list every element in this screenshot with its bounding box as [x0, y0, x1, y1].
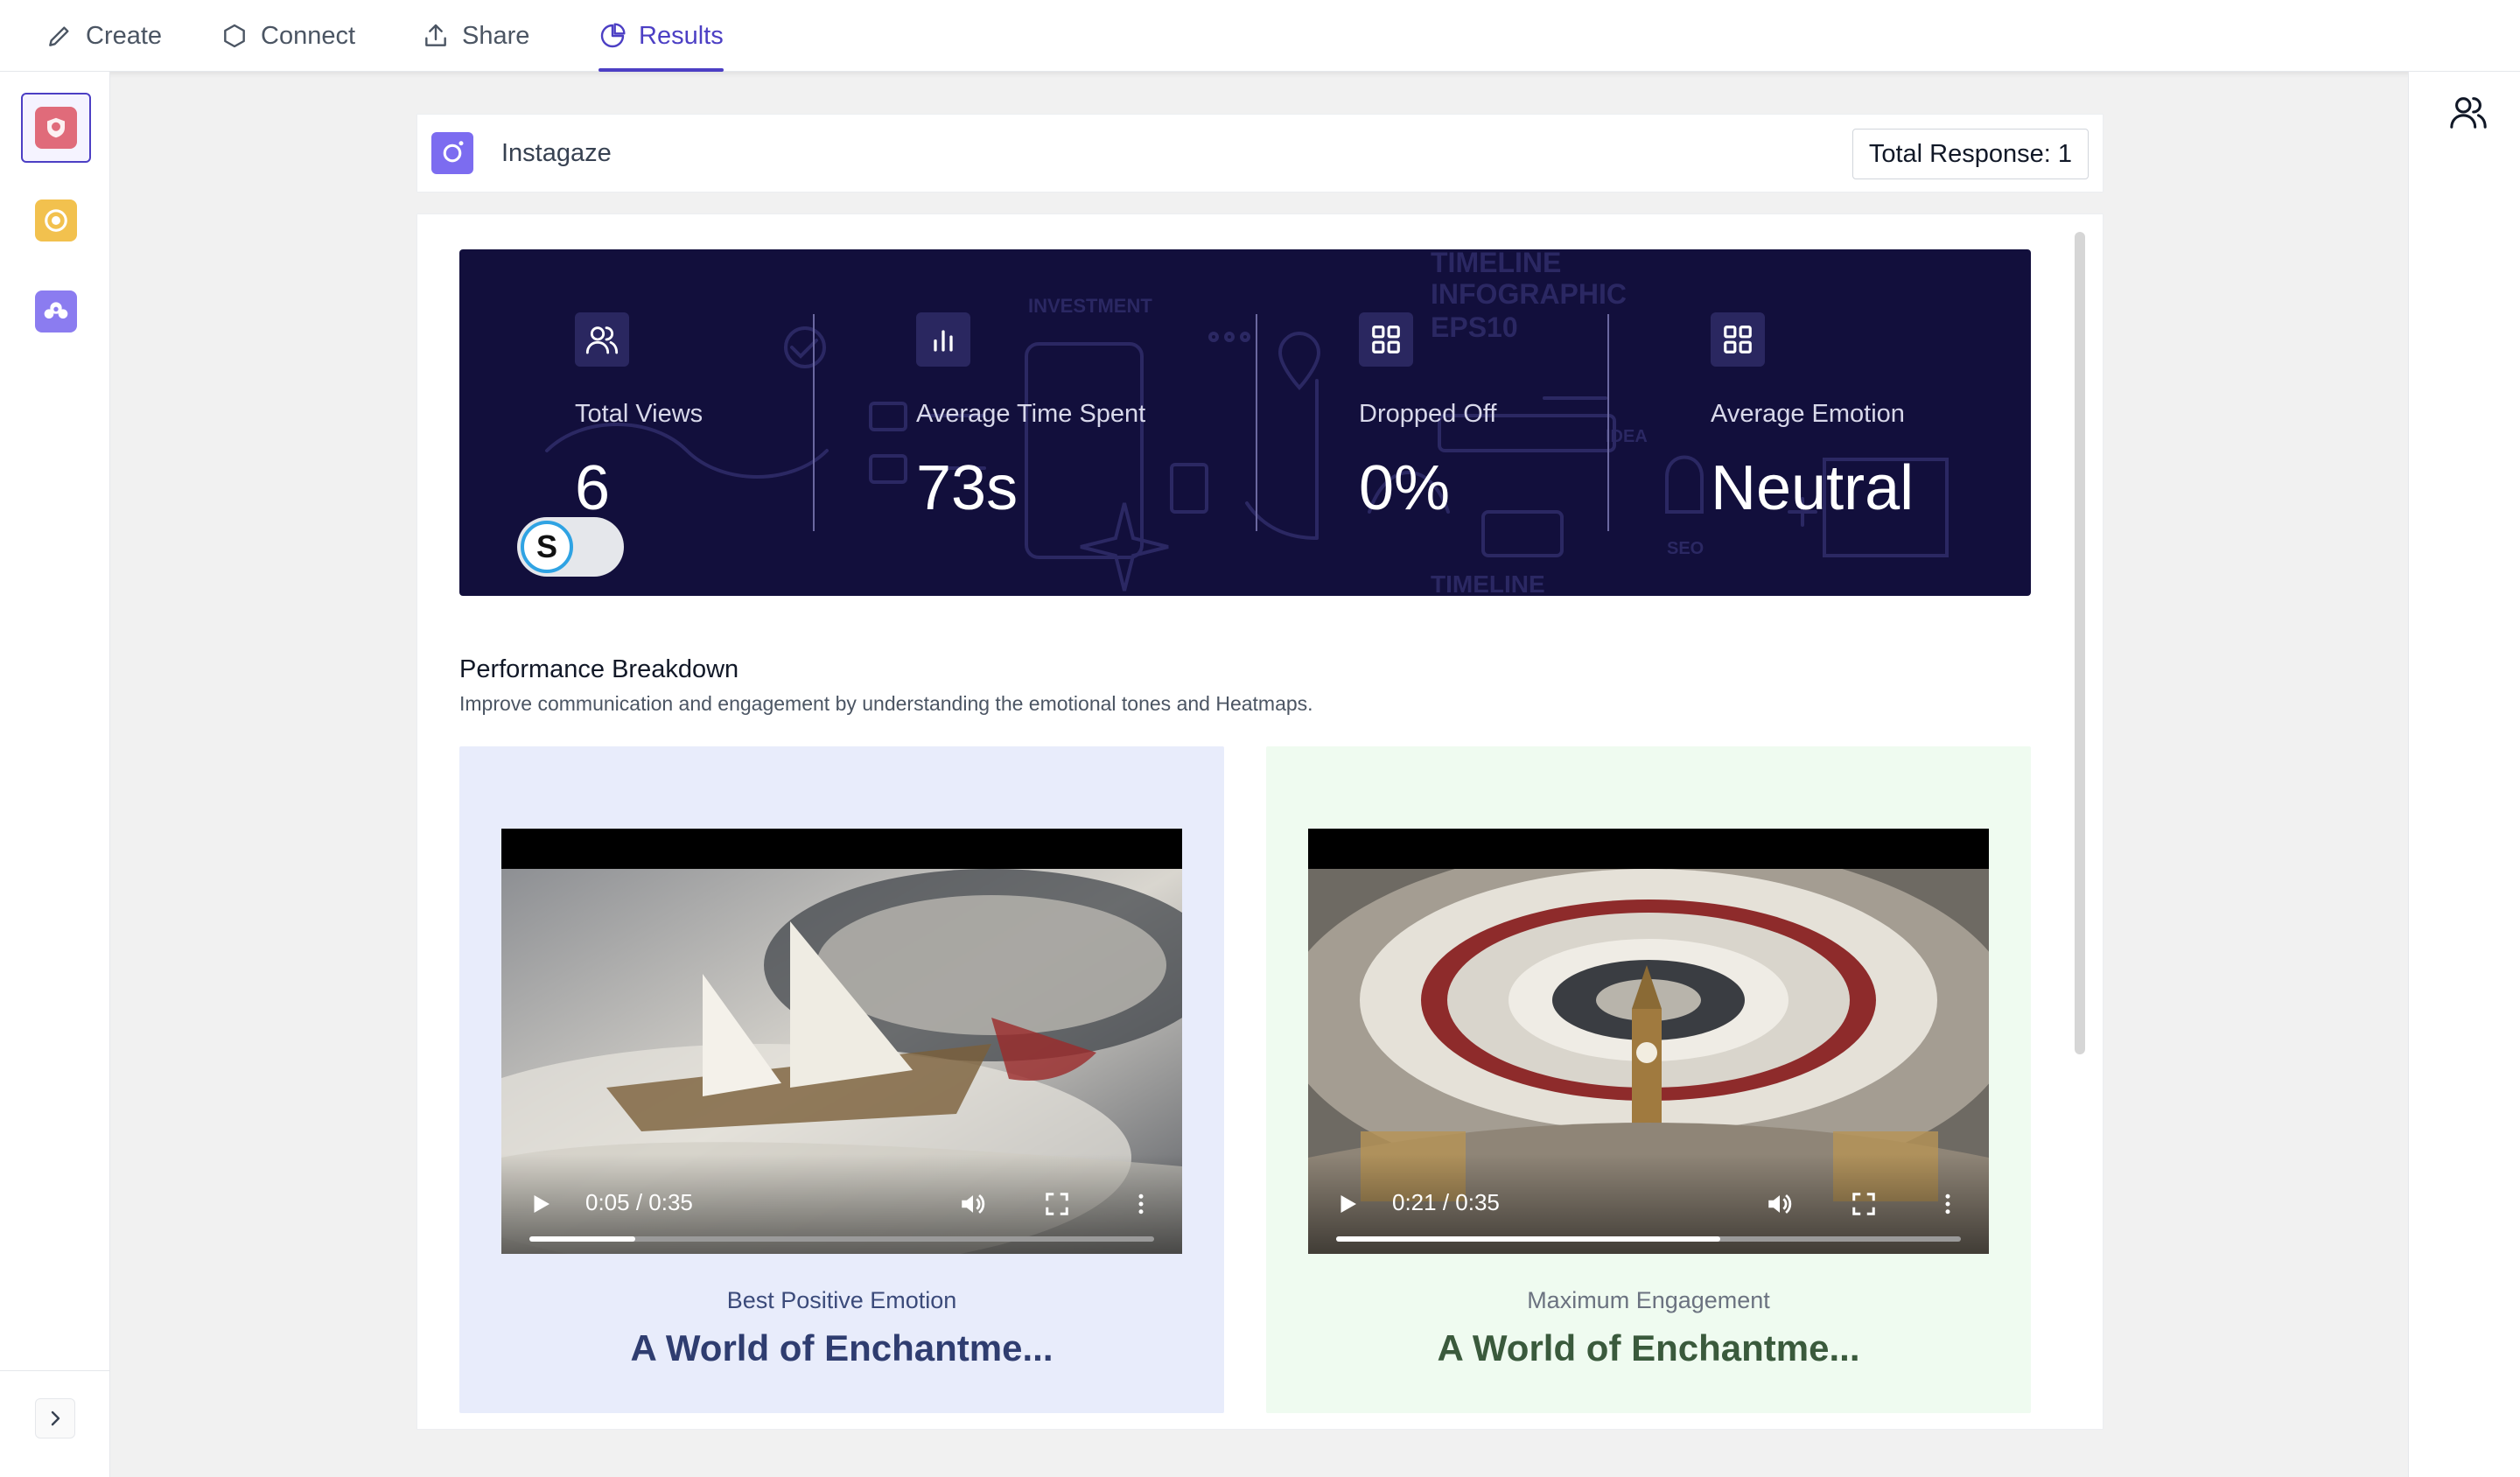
expand-sidebar-button[interactable]	[35, 1398, 75, 1438]
card-label: Maximum Engagement	[1527, 1287, 1770, 1313]
stat-label: Average Time Spent	[916, 400, 1146, 428]
users-icon	[575, 312, 629, 367]
survey-header: Instagaze Total Response: 1	[416, 114, 2104, 192]
stat-dropped-off: Dropped Off 0%	[1359, 312, 1496, 523]
sidebar-item-instagaze[interactable]	[21, 93, 91, 163]
toggle-knob: S	[521, 521, 573, 573]
stat-divider	[1607, 314, 1609, 531]
watermark-infographic: INFOGRAPHIC	[1431, 278, 1627, 310]
more-options-icon[interactable]	[1128, 1189, 1154, 1219]
video-card-best-positive-emotion: 0:05 / 0:35 Best Positive Emotion A Worl…	[459, 746, 1224, 1413]
top-navigation: Create Connect Share Results	[0, 0, 2520, 72]
stat-label: Total Views	[575, 400, 704, 428]
video-controls: 0:05 / 0:35	[501, 1154, 1182, 1254]
tab-results[interactable]: Results	[598, 0, 724, 72]
tab-label: Share	[462, 21, 530, 50]
card-title: A World of Enchantme...	[1437, 1327, 1860, 1368]
app-name: Instagaze	[501, 139, 612, 167]
video-time: 0:21 / 0:35	[1392, 1189, 1500, 1215]
tab-share[interactable]: Share	[422, 0, 529, 72]
video-progress-bar[interactable]	[1336, 1236, 1961, 1242]
video-progress-fill	[529, 1236, 636, 1242]
card-title: A World of Enchantme...	[630, 1327, 1054, 1368]
stat-value: 6	[575, 453, 611, 523]
target-app-icon	[35, 200, 77, 242]
tab-connect[interactable]: Connect	[220, 0, 355, 72]
video-time: 0:05 / 0:35	[585, 1189, 693, 1215]
right-rail	[2408, 72, 2520, 1477]
grid-icon	[1359, 312, 1413, 367]
tab-label: Connect	[261, 21, 356, 50]
stat-average-time-spent: Average Time Spent 73s	[916, 312, 1145, 523]
hexagon-icon	[224, 24, 245, 48]
stat-divider	[1256, 314, 1257, 531]
card-label: Best Positive Emotion	[726, 1287, 957, 1313]
tab-create[interactable]: Create	[46, 0, 162, 72]
tab-label: Create	[86, 21, 163, 50]
video-progress-fill	[1336, 1236, 1721, 1242]
performance-subtitle: Improve communication and engagement by …	[459, 692, 1313, 715]
play-icon[interactable]	[528, 1191, 554, 1217]
tab-label: Results	[639, 21, 724, 50]
fullscreen-icon[interactable]	[1044, 1191, 1070, 1217]
fullscreen-icon[interactable]	[1851, 1191, 1877, 1217]
performance-title: Performance Breakdown	[459, 655, 739, 683]
share-icon	[425, 24, 446, 46]
instagaze-logo-icon	[431, 132, 473, 174]
stat-value: 0%	[1359, 453, 1451, 523]
watermark-timeline: TIMELINE	[1431, 249, 1561, 278]
bar-chart-icon	[916, 312, 970, 367]
stat-value: 73s	[916, 453, 1018, 523]
users-icon	[2450, 97, 2487, 129]
watermark-seo: SEO	[1667, 539, 1704, 558]
watermark-timeline-bottom: TIMELINE	[1431, 570, 1545, 596]
cloud-app-icon	[35, 290, 77, 332]
sidebar-divider	[0, 1370, 110, 1371]
video-player[interactable]: 0:05 / 0:35	[501, 829, 1182, 1254]
scrollbar[interactable]	[2075, 232, 2085, 1054]
stat-total-views: Total Views 6	[575, 312, 703, 523]
total-response-badge: Total Response: 1	[1852, 129, 2089, 179]
play-icon[interactable]	[1334, 1191, 1361, 1217]
pie-chart-icon	[600, 23, 626, 48]
watermark-investment: INVESTMENT	[1028, 295, 1152, 317]
left-sidebar	[0, 72, 110, 1477]
video-controls: 0:21 / 0:35	[1308, 1154, 1989, 1254]
stat-divider	[813, 314, 815, 531]
watermark-idea: IDEA	[1606, 427, 1648, 446]
pencil-icon	[49, 26, 69, 46]
grid-icon	[1711, 312, 1765, 367]
sidebar-item-target[interactable]	[21, 186, 91, 256]
volume-icon[interactable]	[958, 1189, 988, 1219]
floating-toggle-switch[interactable]: S	[517, 517, 624, 577]
stat-value: Neutral	[1711, 453, 1914, 523]
more-options-icon[interactable]	[1935, 1189, 1961, 1219]
stats-banner: INVESTMENT TIMELINE INFOGRAPHIC EPS10 ID…	[459, 249, 2031, 596]
video-player[interactable]: 0:21 / 0:35	[1308, 829, 1989, 1254]
stat-label: Average Emotion	[1711, 400, 1905, 428]
sidebar-item-cloud[interactable]	[21, 276, 91, 346]
stat-average-emotion: Average Emotion Neutral	[1711, 312, 1914, 523]
stat-label: Dropped Off	[1359, 400, 1497, 428]
volume-icon[interactable]	[1765, 1189, 1795, 1219]
chevron-right-icon	[51, 1410, 60, 1426]
video-card-maximum-engagement: 0:21 / 0:35 Maximum Engagement A World o…	[1266, 746, 2031, 1413]
results-panel: INVESTMENT TIMELINE INFOGRAPHIC EPS10 ID…	[416, 214, 2104, 1430]
watermark-eps10: EPS10	[1431, 312, 1518, 343]
video-progress-bar[interactable]	[529, 1236, 1154, 1242]
collaborators-button[interactable]	[2447, 91, 2489, 133]
instagaze-app-icon	[35, 107, 77, 149]
